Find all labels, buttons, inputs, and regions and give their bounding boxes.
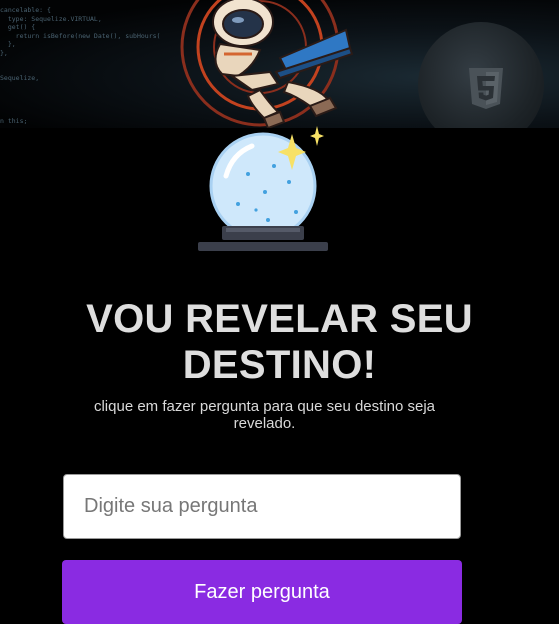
code-snippet-background: cancelable: { type: Sequelize.VIRTUAL, g… bbox=[0, 6, 161, 125]
hero-banner: cancelable: { type: Sequelize.VIRTUAL, g… bbox=[0, 0, 559, 128]
page-title: VOU REVELAR SEU DESTINO! bbox=[86, 297, 473, 387]
crystal-ball-icon bbox=[198, 126, 328, 251]
html5-icon bbox=[469, 68, 503, 109]
question-input[interactable] bbox=[63, 474, 461, 539]
page-subtitle: clique em fazer pergunta para que seu de… bbox=[93, 398, 436, 432]
astronaut-illustration bbox=[180, 0, 354, 128]
ask-question-button[interactable]: Fazer pergunta bbox=[62, 560, 462, 624]
